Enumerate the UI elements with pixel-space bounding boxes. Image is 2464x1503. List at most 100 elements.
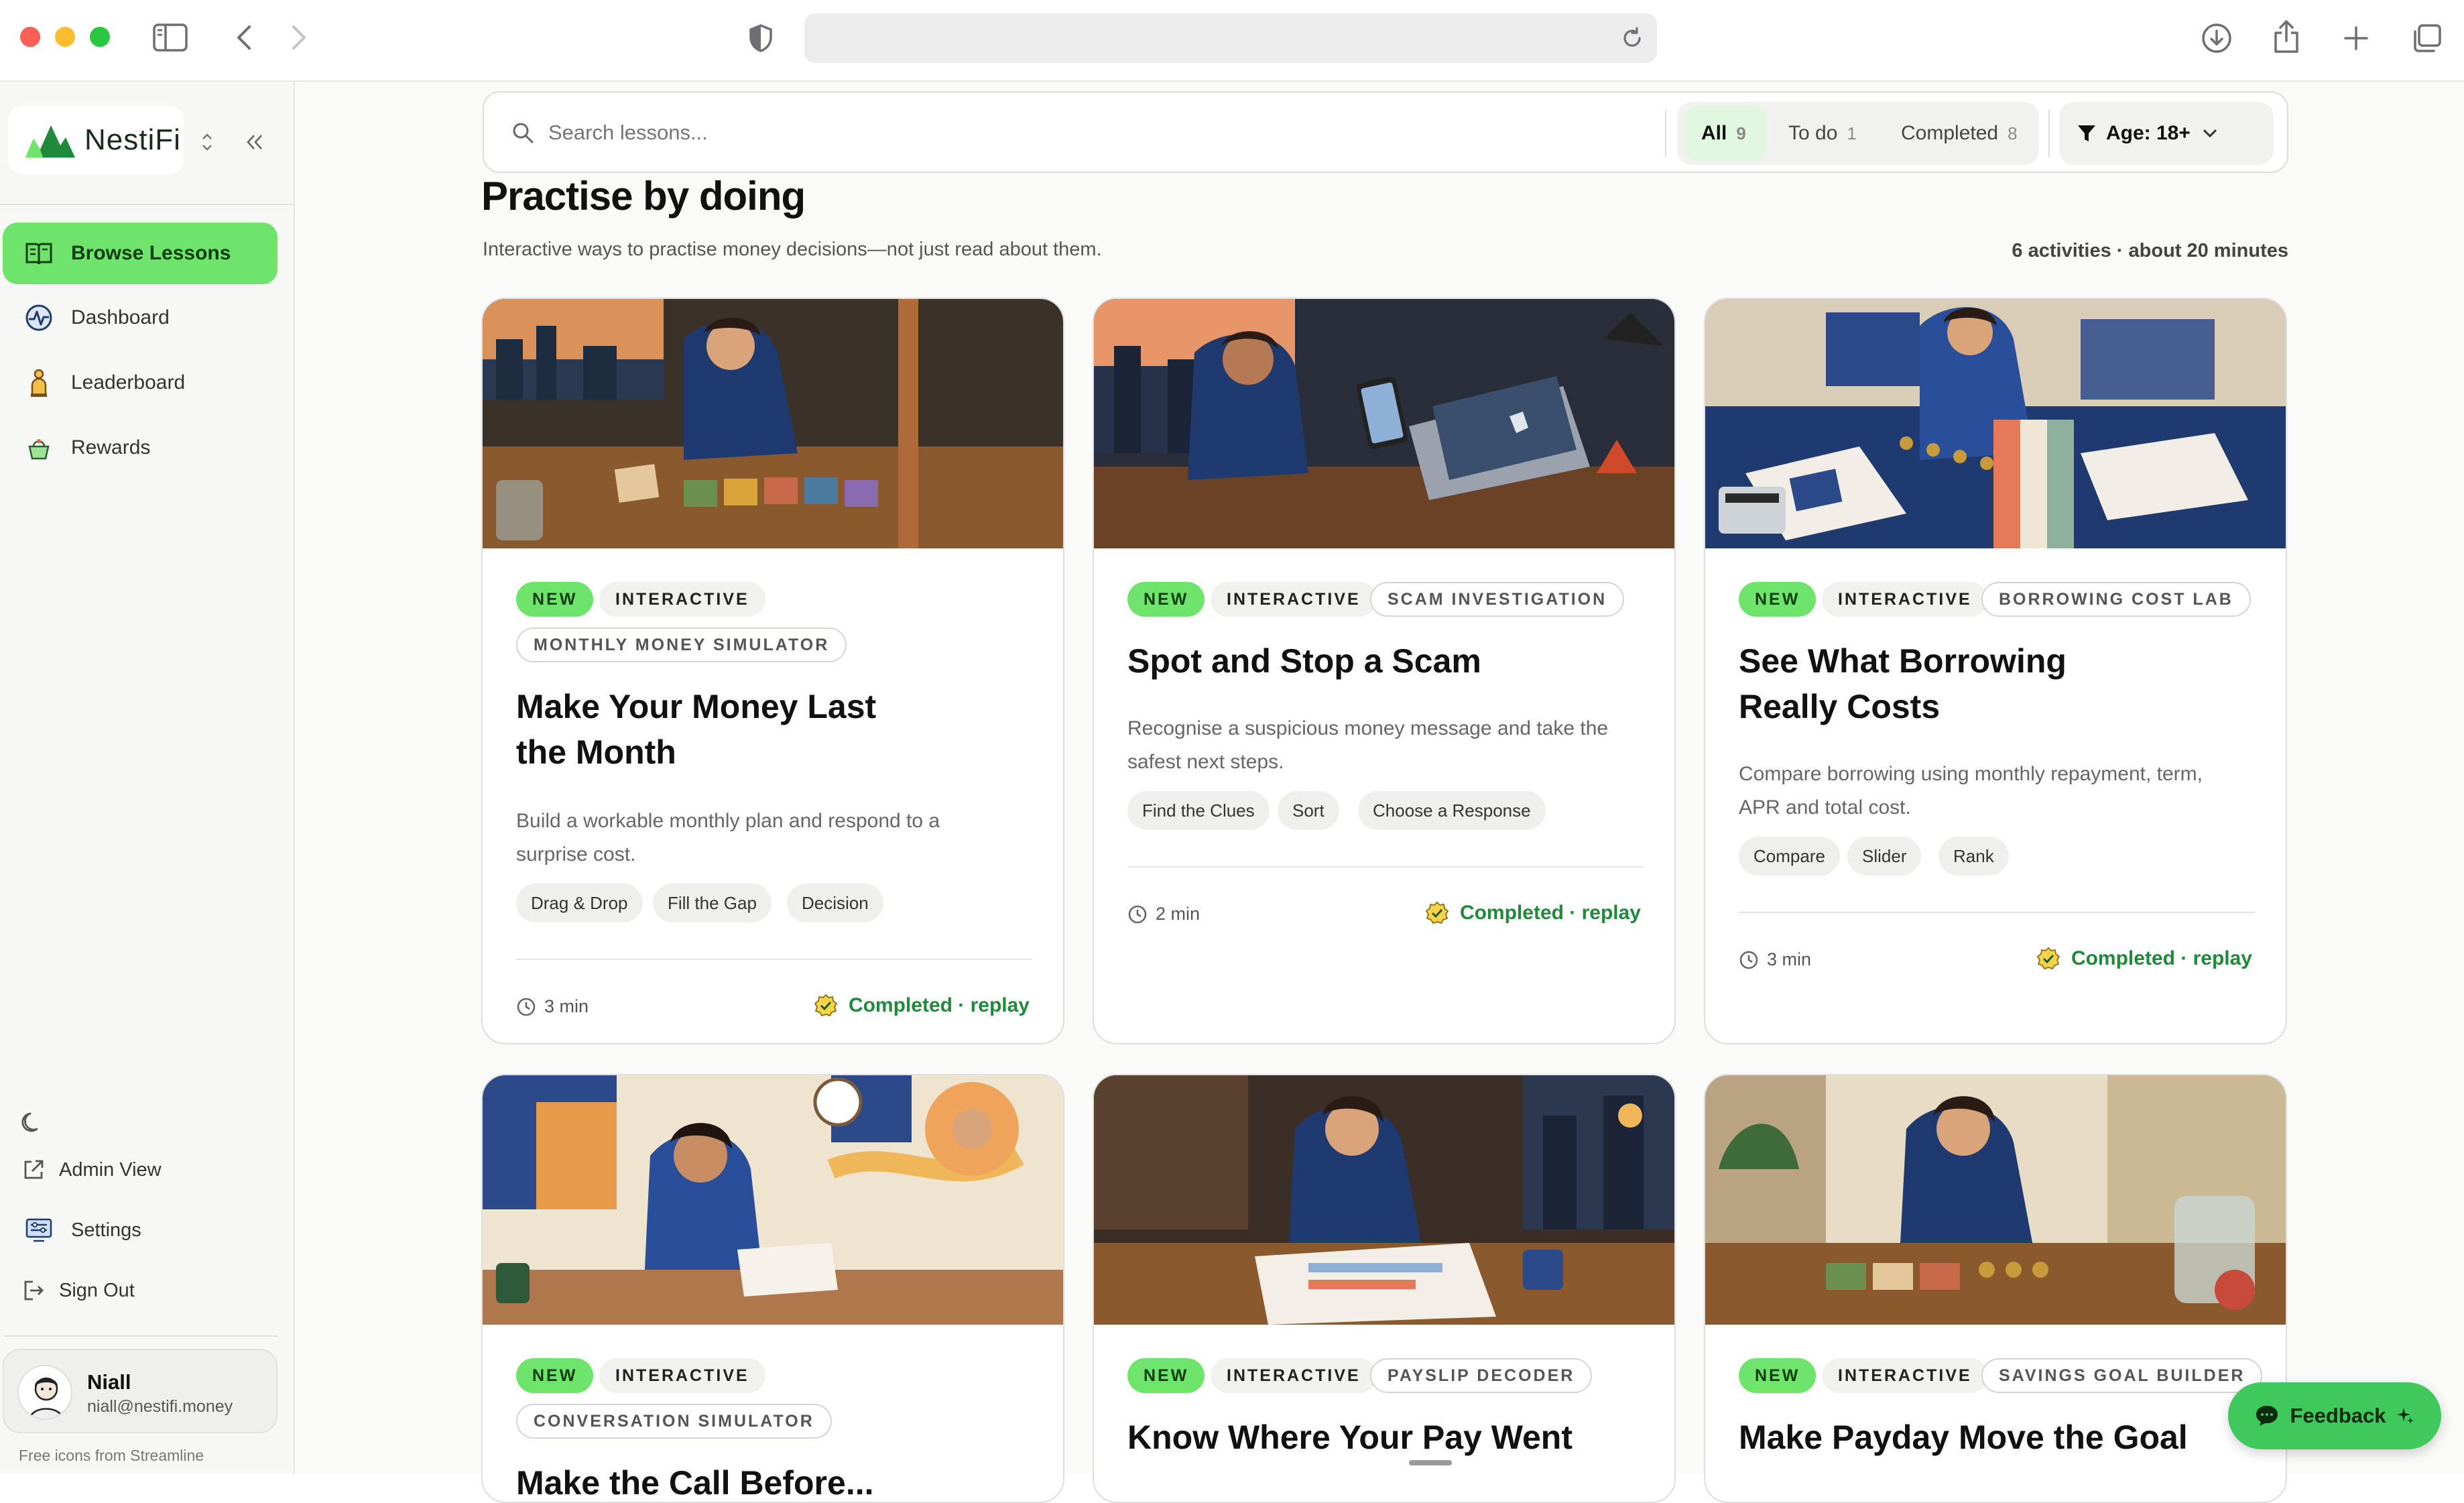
sign-out-icon	[20, 1276, 47, 1305]
nav-label: Leaderboard	[71, 371, 186, 394]
nav-label: Dashboard	[71, 306, 170, 328]
feedback-label: Feedback	[2290, 1404, 2386, 1427]
clock-icon	[517, 998, 536, 1016]
category-badge: MONTHLY MONEY SIMULATOR	[516, 627, 847, 662]
activity-tag: Compare	[1739, 837, 1840, 876]
downloads-icon[interactable]	[2199, 20, 2235, 56]
interactive-badge: INTERACTIVE	[1211, 1358, 1377, 1393]
completed-replay-link[interactable]: Completed · replay	[1425, 901, 1641, 925]
category-badge: PAYSLIP DECODER	[1370, 1358, 1593, 1393]
card-divider	[1739, 912, 2255, 913]
sidebar: NestiFi Browse Lessons Dashboard Leaderb…	[0, 82, 295, 1474]
settings-icon	[24, 1215, 54, 1245]
sign-out-link[interactable]: Sign Out	[3, 1267, 278, 1314]
filter-label: To do	[1788, 122, 1838, 144]
address-bar[interactable]	[804, 13, 1657, 63]
sidebar-divider	[0, 204, 294, 205]
nav-label: Browse Lessons	[71, 242, 231, 264]
completed-badge-icon	[2036, 947, 2060, 970]
book-icon	[24, 239, 54, 268]
sign-out-label: Sign Out	[59, 1279, 135, 1301]
reload-icon[interactable]	[1618, 24, 1646, 52]
status-text: Completed · replay	[848, 994, 1030, 1016]
filter-label: Completed	[1901, 122, 1999, 144]
activity-tag: Choose a Response	[1358, 791, 1546, 830]
zoom-window-button[interactable]	[90, 27, 110, 47]
lesson-duration: 2 min	[1127, 904, 1200, 924]
completed-badge-icon	[1425, 901, 1449, 924]
collapse-sidebar-icon[interactable]	[241, 129, 268, 156]
duration-text: 2 min	[1156, 904, 1200, 924]
user-email: niall@nestifi.money	[87, 1397, 233, 1416]
lesson-illustration	[1705, 299, 2286, 548]
lesson-card[interactable]: NEW INTERACTIVE SCAM INVESTIGATION Spot …	[1093, 298, 1676, 1044]
nav-browse-lessons[interactable]: Browse Lessons	[3, 223, 278, 284]
interactive-badge: INTERACTIVE	[599, 1358, 765, 1393]
clock-icon	[1739, 951, 1758, 969]
minimize-window-button[interactable]	[55, 27, 75, 47]
tab-overview-icon[interactable]	[2409, 21, 2444, 55]
forward-icon[interactable]	[286, 21, 312, 54]
lesson-card[interactable]: NEW INTERACTIVE PAYSLIP DECODER Know Whe…	[1093, 1074, 1676, 1503]
back-icon[interactable]	[231, 21, 257, 54]
filter-completed[interactable]: Completed 8	[1892, 106, 2032, 161]
dark-mode-toggle-icon[interactable]	[17, 1107, 47, 1137]
lesson-duration: 3 min	[516, 996, 589, 1017]
activity-tag: Rank	[1938, 837, 2009, 876]
close-window-button[interactable]	[20, 27, 40, 47]
filter-count: 1	[1847, 123, 1857, 143]
user-name: Niall	[87, 1370, 131, 1394]
activity-tag: Fill the Gap	[653, 884, 772, 922]
workspace-switcher-icon[interactable]	[197, 129, 217, 156]
category-badge: BORROWING COST LAB	[1981, 582, 2251, 617]
lesson-title: Make Your Money Last the Month	[516, 688, 877, 771]
completed-replay-link[interactable]: Completed · replay	[2036, 947, 2252, 971]
lesson-card[interactable]: NEW INTERACTIVE CONVERSATION SIMULATOR M…	[481, 1074, 1064, 1503]
category-badge: SCAM INVESTIGATION	[1370, 582, 1625, 617]
lesson-card[interactable]: NEW INTERACTIVE SAVINGS GOAL BUILDER Mak…	[1704, 1074, 2287, 1503]
status-text: Completed · replay	[1459, 902, 1641, 924]
new-tab-icon[interactable]	[2339, 21, 2373, 55]
nav-rewards[interactable]: Rewards	[3, 417, 278, 479]
lesson-title: Make Payday Move the Goal	[1739, 1419, 2188, 1456]
interactive-badge: INTERACTIVE	[1822, 582, 1988, 617]
new-badge: NEW	[516, 1358, 594, 1393]
interactive-badge: INTERACTIVE	[1822, 1358, 1988, 1393]
share-icon[interactable]	[2270, 17, 2303, 56]
lesson-card[interactable]: NEW INTERACTIVE MONTHLY MONEY SIMULATOR …	[481, 298, 1064, 1044]
category-badge: SAVINGS GOAL BUILDER	[1981, 1358, 2263, 1393]
age-filter-dropdown[interactable]: Age: 18+	[2059, 102, 2274, 165]
activity-tag: Drag & Drop	[516, 884, 643, 922]
new-badge: NEW	[516, 582, 594, 617]
activity-tag: Slider	[1847, 837, 1922, 876]
settings-link[interactable]: Settings	[3, 1207, 278, 1254]
lesson-toolbar: All 9 To do 1 Completed 8 Age: 18+	[483, 91, 2288, 173]
main-content: All 9 To do 1 Completed 8 Age: 18+ Practise…	[296, 82, 2464, 1503]
activity-tag: Sort	[1278, 791, 1339, 830]
search-input[interactable]	[548, 113, 1634, 153]
filter-all[interactable]: All 9	[1685, 106, 1767, 161]
scroll-indicator	[1409, 1460, 1452, 1465]
filter-to-do[interactable]: To do 1	[1779, 106, 1880, 161]
activity-tag: Find the Clues	[1127, 791, 1270, 830]
lesson-card[interactable]: NEW INTERACTIVE BORROWING COST LAB See W…	[1704, 298, 2287, 1044]
admin-view-link[interactable]: Admin View	[3, 1146, 278, 1193]
brand-logo[interactable]: NestiFi	[8, 106, 184, 174]
new-badge: NEW	[1127, 582, 1205, 617]
section-subtitle: Interactive ways to practise money decis…	[483, 239, 1102, 260]
lesson-description: Compare borrowing using monthly repaymen…	[1739, 763, 2203, 819]
user-profile-card[interactable]: Niall niall@nestifi.money	[3, 1349, 278, 1433]
sidebar-divider	[4, 1335, 278, 1337]
settings-label: Settings	[71, 1219, 141, 1241]
completed-replay-link[interactable]: Completed · replay	[814, 994, 1030, 1018]
nav-leaderboard[interactable]: Leaderboard	[3, 352, 278, 414]
filter-icon	[2078, 125, 2095, 141]
sidebar-toggle-icon[interactable]	[151, 20, 189, 55]
nav-dashboard[interactable]: Dashboard	[3, 287, 278, 349]
icons-credit: Free icons from Streamline	[19, 1447, 204, 1464]
feedback-button[interactable]: Feedback	[2228, 1382, 2441, 1449]
privacy-shield-icon[interactable]	[744, 21, 778, 55]
lesson-description: Recognise a suspicious money message and…	[1127, 717, 1609, 773]
lesson-duration: 3 min	[1739, 949, 1811, 970]
activity-tag: Decision	[787, 884, 883, 922]
